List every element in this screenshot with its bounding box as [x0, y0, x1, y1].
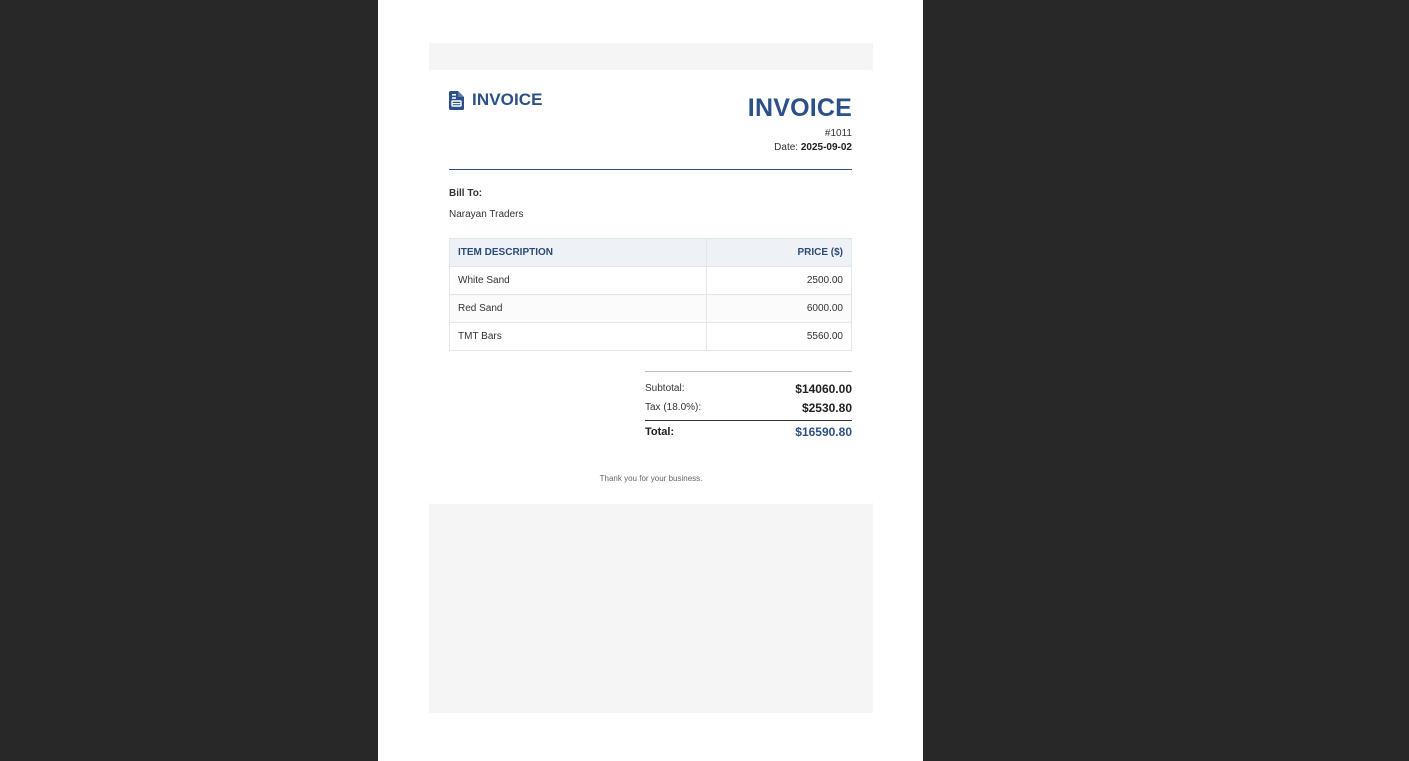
total-row: Total: $16590.80: [645, 421, 852, 443]
subtotal-label: Subtotal:: [645, 383, 685, 394]
table-row: Red Sand 6000.00: [449, 294, 852, 323]
column-header-description: ITEM DESCRIPTION: [449, 238, 707, 267]
date-label: Date:: [774, 142, 799, 153]
tax-label: Tax (18.0%):: [645, 402, 702, 413]
total-label: Total:: [645, 426, 675, 438]
item-price: 6000.00: [706, 294, 852, 323]
total-value: $16590.80: [795, 425, 852, 439]
pdf-page: INVOICE INVOICE #1011 Date: 2025-09-02 B…: [378, 0, 923, 761]
totals-block: Subtotal: $14060.00 Tax (18.0%): $2530.8…: [645, 371, 852, 443]
item-price: 5560.00: [706, 322, 852, 351]
document-icon: [449, 90, 464, 110]
invoice-title: INVOICE: [747, 94, 852, 122]
thank-you-note: Thank you for your business.: [599, 474, 703, 483]
table-row: White Sand 2500.00: [449, 266, 852, 295]
bill-to-label: Bill To:: [449, 188, 483, 199]
subtotal-row: Subtotal: $14060.00: [645, 379, 852, 398]
invoice-header: INVOICE #1011 Date: 2025-09-02: [748, 94, 852, 155]
column-header-price: PRICE ($): [706, 238, 852, 267]
header-divider: [449, 169, 852, 170]
item-description: White Sand: [449, 266, 707, 295]
bill-to-name: Narayan Traders: [449, 209, 524, 220]
table-row: TMT Bars 5560.00: [449, 322, 852, 351]
document-viewer: INVOICE INVOICE #1011 Date: 2025-09-02 B…: [0, 0, 1409, 761]
subtotal-value: $14060.00: [795, 381, 852, 396]
item-description: TMT Bars: [449, 322, 707, 351]
item-price: 2500.00: [706, 266, 852, 295]
table-header-row: ITEM DESCRIPTION PRICE ($): [449, 238, 852, 267]
item-description: Red Sand: [449, 294, 707, 323]
tax-row: Tax (18.0%): $2530.80: [645, 398, 852, 417]
items-table: ITEM DESCRIPTION PRICE ($) White Sand 25…: [449, 238, 852, 351]
invoice-card: INVOICE INVOICE #1011 Date: 2025-09-02 B…: [429, 70, 873, 504]
invoice-date: Date: 2025-09-02: [748, 141, 852, 155]
invoice-number: #1011: [824, 128, 852, 139]
date-value: 2025-09-02: [800, 142, 852, 153]
brand-label: INVOICE: [472, 90, 543, 109]
totals-divider: [645, 371, 852, 372]
tax-value: $2530.80: [801, 400, 852, 415]
page-canvas: INVOICE INVOICE #1011 Date: 2025-09-02 B…: [429, 43, 873, 713]
brand: INVOICE: [449, 90, 543, 110]
